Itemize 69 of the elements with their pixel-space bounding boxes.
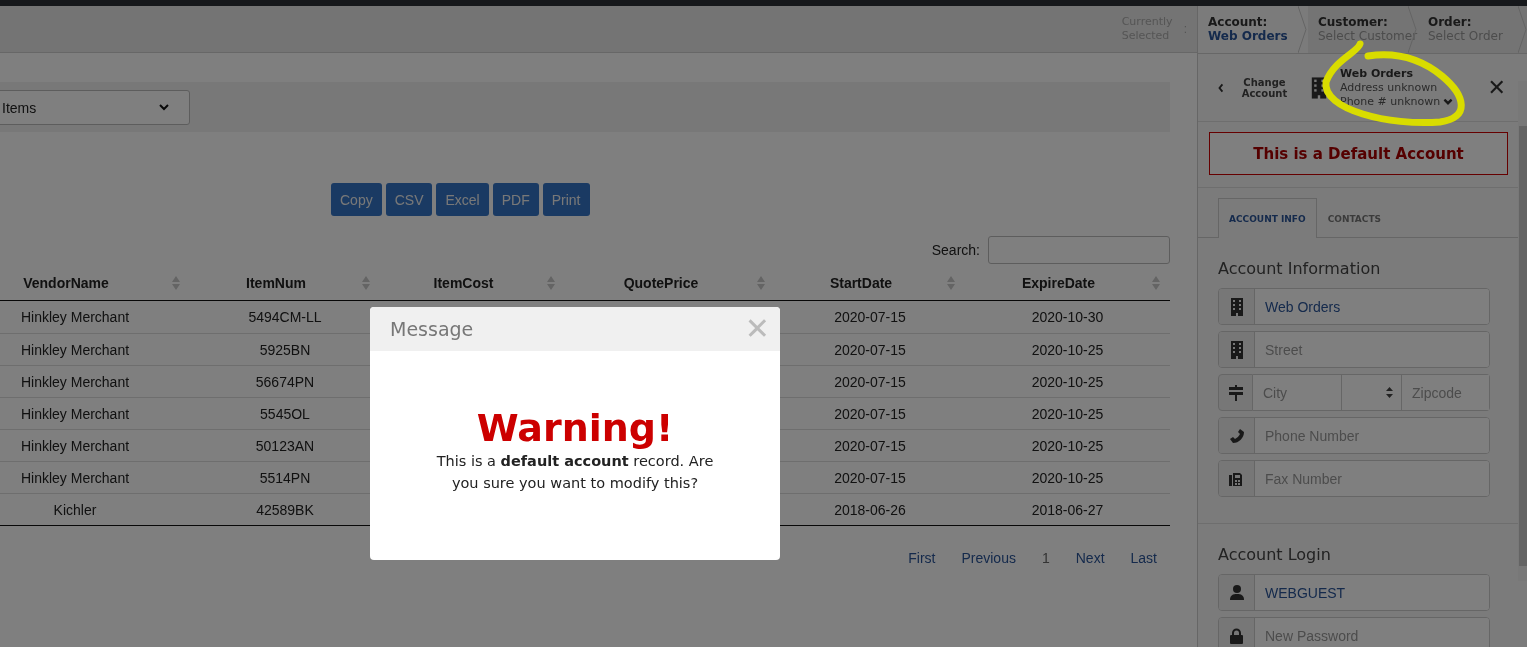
sort-icon[interactable] (547, 275, 555, 290)
account-name: Web Orders (1340, 66, 1414, 81)
section-heading: Account Information (1218, 258, 1382, 280)
sort-icon[interactable] (172, 275, 180, 290)
search-label: Search: (931, 242, 980, 258)
state-dropdown[interactable] (1342, 374, 1402, 411)
export-button[interactable]: Print (542, 183, 590, 216)
column-header[interactable]: VendorName (0, 265, 190, 301)
input-field[interactable]: Web Orders (1218, 288, 1490, 325)
phone-icon (1229, 428, 1244, 443)
table-cell: Hinkley Merchant (0, 429, 190, 461)
pagination-link[interactable]: Last (1117, 550, 1170, 566)
table-cell: Hinkley Merchant (0, 397, 190, 429)
sort-icon[interactable] (1152, 275, 1160, 290)
building-icon (1229, 340, 1244, 359)
table-cell: 2020-10-25 (965, 333, 1170, 365)
tab[interactable]: ACCOUNT INFO (1218, 198, 1317, 238)
chevron-down-icon (1443, 97, 1453, 106)
export-button[interactable]: PDF (492, 183, 539, 216)
table-cell: Hinkley Merchant (0, 365, 190, 397)
table-cell-text: 5494CM-LL (247, 308, 323, 327)
column-header[interactable]: ItemCost (380, 265, 565, 301)
table-cell: 2020-10-25 (965, 461, 1170, 493)
building-icon (1229, 297, 1244, 316)
export-button[interactable]: CSV (385, 183, 433, 216)
tab[interactable]: CONTACTS (1316, 198, 1393, 238)
table-cell-text: 2020-07-15 (833, 308, 907, 327)
chevron-down-icon (159, 104, 169, 111)
sort-icon[interactable] (757, 275, 765, 290)
export-button[interactable]: Copy (331, 183, 382, 216)
pagination-link[interactable]: First (895, 550, 949, 566)
table-cell-text: 2020-10-30 (1030, 308, 1105, 327)
section-heading: Account Login (1218, 544, 1332, 566)
fax-icon (1229, 471, 1244, 486)
filter-dropdown[interactable]: Items (0, 90, 190, 125)
default-account-banner: This is a Default Account (1209, 132, 1508, 175)
change-account-button[interactable]: Change Account (1218, 76, 1298, 99)
signpost-icon (1228, 384, 1243, 401)
separator-text: : (1183, 22, 1187, 36)
pagination-link[interactable]: Next (1062, 550, 1118, 566)
account-phone[interactable]: Phone # unknown (1340, 94, 1452, 109)
pagination-link[interactable]: 1 (1028, 550, 1063, 566)
account-address: Address unknown (1340, 80, 1439, 95)
table-cell-text: Hinkley Merchant (19, 308, 131, 327)
pagination-link[interactable]: Previous (948, 550, 1029, 566)
lock-icon (1230, 627, 1243, 644)
column-header[interactable]: ExpireDate (965, 265, 1170, 301)
user-icon (1229, 585, 1244, 600)
search-field[interactable] (988, 236, 1170, 264)
table-cell: Kichler (0, 493, 190, 525)
table-cell: Hinkley Merchant (0, 461, 190, 493)
warning-message: This is a default account record. Are you sure you want to modify this? (435, 452, 715, 493)
export-button[interactable]: Excel (436, 183, 489, 216)
table-cell: 2018-06-27 (965, 493, 1170, 525)
sort-icon[interactable] (947, 275, 955, 290)
table-cell: 2020-10-25 (965, 365, 1170, 397)
column-header[interactable]: StartDate (775, 265, 965, 301)
close-button[interactable]: ✕ (1487, 75, 1506, 100)
chevron-left-icon (1218, 81, 1224, 94)
warning-heading: Warning! (476, 406, 674, 450)
table-cell: 2020-10-25 (965, 397, 1170, 429)
input-field[interactable]: WEBGUEST (1218, 574, 1490, 611)
sort-icon[interactable] (362, 275, 370, 290)
table-cell: 2020-10-25 (965, 429, 1170, 461)
column-header[interactable]: ItemNum (190, 265, 380, 301)
sort-icon (1386, 387, 1393, 398)
table-cell: Hinkley Merchant (0, 333, 190, 365)
column-header[interactable]: QuotePrice (565, 265, 775, 301)
dialog-title: Message (390, 318, 474, 340)
